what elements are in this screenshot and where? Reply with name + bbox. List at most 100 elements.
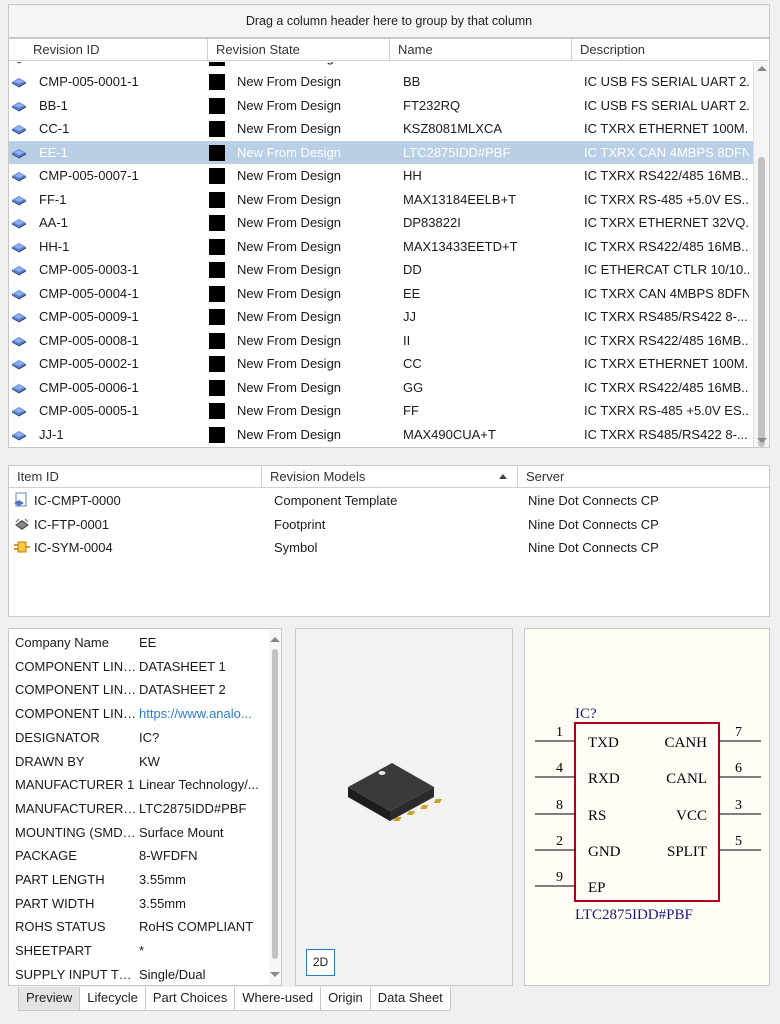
parameter-row[interactable]: DRAWN BY KW [9, 750, 271, 774]
parameter-row[interactable]: PACKAGE 8-WFDFN [9, 844, 271, 868]
revision-state: New From Design [237, 74, 342, 89]
table-row[interactable]: CMP-005-0005-1 New From Design FF IC TXRX R… [9, 399, 755, 423]
toggle-2d-button[interactable]: 2D [306, 949, 335, 976]
revision-name: DP83822I [403, 215, 461, 230]
revision-description: IC TXRX RS422/485 16MB... [584, 332, 749, 348]
scroll-up-icon[interactable] [757, 66, 767, 71]
tab-part-choices[interactable]: Part Choices [144, 987, 236, 1011]
revision-id: EE-1 [39, 144, 68, 160]
state-color-swatch [209, 62, 225, 66]
scrollbar-thumb[interactable] [272, 649, 278, 959]
table-row[interactable]: CMP-005-0002-1 New From Design CC IC TXRX E… [9, 352, 755, 376]
symbol-pin-number: 4 [556, 761, 563, 776]
symbol-pin-number: 6 [735, 761, 742, 776]
column-header-revision-id[interactable]: Revision ID [9, 39, 209, 61]
table-row[interactable]: FF-1 New From Design MAX13184EELB+T IC TXRX… [9, 188, 755, 212]
model-row[interactable]: IC-SYM-0004 Symbol Nine Dot Connects CP [9, 536, 769, 560]
table-row[interactable]: CMP-005-0004-1 New From Design EE IC TXRX C… [9, 282, 755, 306]
model-row[interactable]: IC-CMPT-0000 Component Template Nine Dot C… [9, 489, 769, 513]
group-by-bar[interactable]: Drag a column header here to group by th… [8, 4, 770, 38]
tab-origin[interactable]: Origin [320, 987, 371, 1011]
model-item-id: IC-SYM-0004 [34, 540, 113, 555]
table-row[interactable]: AA-1 New From Design DP83822I IC TXRX ETHER… [9, 211, 755, 235]
parameter-row[interactable]: COMPONENT LINK... https://www.analo... [9, 702, 271, 726]
tab-data-sheet[interactable]: Data Sheet [369, 987, 451, 1011]
component-chip-icon [11, 62, 27, 64]
state-color-swatch [209, 144, 225, 161]
symbol-pin-number: 8 [556, 798, 563, 813]
parameter-row[interactable]: SUPPLY INPUT TOP... Single/Dual [9, 963, 271, 985]
tab-where-used[interactable]: Where-used [234, 987, 322, 1011]
scroll-down-icon[interactable] [270, 972, 280, 977]
parameter-row[interactable]: PART LENGTH 3.55mm [9, 868, 271, 892]
revision-description: IC TXRX CAN 4MBPS 8DFN [584, 144, 749, 160]
parameter-value: Single/Dual [139, 966, 206, 982]
symbol-part-name: LTC2875IDD#PBF [575, 907, 693, 923]
scroll-down-icon[interactable] [757, 438, 767, 443]
scroll-up-icon[interactable] [270, 637, 280, 642]
column-header-name[interactable]: Name [389, 39, 573, 61]
parameter-name: DESIGNATOR [15, 729, 100, 745]
revision-description: IC TXRX RS-485 +5.0V ES... [584, 403, 749, 418]
parameter-row[interactable]: MANUFACTURER 1 Linear Technology/... [9, 773, 271, 797]
component-chip-icon [11, 193, 27, 206]
parameter-row[interactable]: DESIGNATOR IC? [9, 726, 271, 750]
table-row-partial[interactable]: IC-... New From Design MAX3485EESA+T IC TXR… [9, 62, 755, 70]
component-chip-icon [11, 240, 27, 253]
state-color-swatch [209, 74, 225, 90]
parameter-row[interactable]: PART WIDTH 3.55mm [9, 892, 271, 916]
revision-state: New From Design [237, 285, 342, 301]
revision-description: IC TXRX RS485/RS422 8-... [584, 426, 748, 442]
scrollbar-thumb[interactable] [758, 157, 765, 447]
model-type: Footprint [274, 516, 326, 532]
parameter-row[interactable]: MANUFACTURER P... LTC2875IDD#PBF [9, 797, 271, 821]
state-color-swatch [209, 97, 225, 114]
component-template-icon [13, 492, 31, 508]
column-header-revision-models[interactable]: Revision Models [261, 466, 517, 488]
table-row[interactable]: CMP-005-0007-1 New From Design HH IC TXRX R… [9, 164, 755, 188]
parameter-row[interactable]: MOUNTING (SMD/... Surface Mount [9, 821, 271, 845]
parameter-link[interactable]: https://www.analo... [139, 702, 263, 726]
parameter-row[interactable]: COMPONENT LINK... DATASHEET 2 [9, 678, 271, 702]
tab-lifecycle[interactable]: Lifecycle [79, 987, 146, 1011]
state-color-swatch [209, 262, 225, 278]
parameters-scrollbar[interactable] [269, 629, 281, 985]
table-row[interactable]: JJ-1 New From Design MAX490CUA+T IC TXRX RS… [9, 423, 755, 447]
parameter-row[interactable]: ROHS STATUS RoHS COMPLIANT [9, 915, 271, 939]
parameter-row[interactable]: SHEETPART * [9, 939, 271, 963]
component-chip-icon [11, 310, 27, 323]
table-row[interactable]: CMP-005-0008-1 New From Design II IC TXRX R… [9, 329, 755, 353]
preview-3d-panel[interactable]: 2D [295, 628, 513, 986]
revision-id: CMP-005-0006-1 [39, 379, 139, 395]
table-row[interactable]: CMP-005-0003-1 New From Design DD IC ETHERC… [9, 258, 755, 282]
table-row[interactable]: CMP-005-0006-1 New From Design GG IC TXRX R… [9, 376, 755, 400]
column-header-revision-state[interactable]: Revision State [207, 39, 391, 61]
parameter-name: MANUFACTURER 1 [15, 777, 135, 793]
table-row[interactable]: CC-1 New From Design KSZ8081MLXCA IC TXRX E… [9, 117, 755, 141]
model-row[interactable]: IC-FTP-0001 Footprint Nine Dot Connects CP [9, 513, 769, 537]
revision-state: New From Design [237, 215, 342, 230]
revisions-header: Revision ID Revision State Name Descript… [9, 39, 769, 61]
parameter-row[interactable]: Company Name EE [9, 631, 271, 655]
table-row[interactable]: CMP-005-0001-1 New From Design BB IC USB FS… [9, 70, 755, 94]
models-header: Item ID Revision Models Server [9, 466, 769, 488]
table-row[interactable]: EE-1 New From Design LTC2875IDD#PBF IC TXRX… [9, 140, 755, 164]
revisions-body: IC-... New From Design MAX3485EESA+T IC TXR… [9, 62, 755, 447]
table-row[interactable]: BB-1 New From Design FT232RQ IC USB FS SERI… [9, 94, 755, 118]
revision-models-label: Revision Models [270, 469, 366, 484]
revision-id: IC-... [39, 62, 204, 70]
table-row[interactable]: CMP-005-0009-1 New From Design JJ IC TXRX R… [9, 305, 755, 329]
table-row[interactable]: HH-1 New From Design MAX13433EETD+T IC TXRX… [9, 235, 755, 259]
revision-id: CMP-005-0007-1 [39, 168, 139, 183]
tab-preview[interactable]: Preview [18, 987, 81, 1011]
column-header-description[interactable]: Description [571, 39, 769, 61]
revision-name: EE [403, 285, 421, 301]
revisions-scrollbar[interactable] [753, 62, 769, 447]
revision-state: New From Design [237, 332, 342, 348]
parameter-row[interactable]: COMPONENT LINK... DATASHEET 1 [9, 655, 271, 679]
column-header-server[interactable]: Server [517, 466, 771, 488]
parameter-name: SHEETPART [15, 943, 92, 959]
revision-state: New From Design [237, 379, 342, 395]
symbol-pin-name: CANH [664, 735, 707, 751]
column-header-item-id[interactable]: Item ID [9, 466, 263, 488]
